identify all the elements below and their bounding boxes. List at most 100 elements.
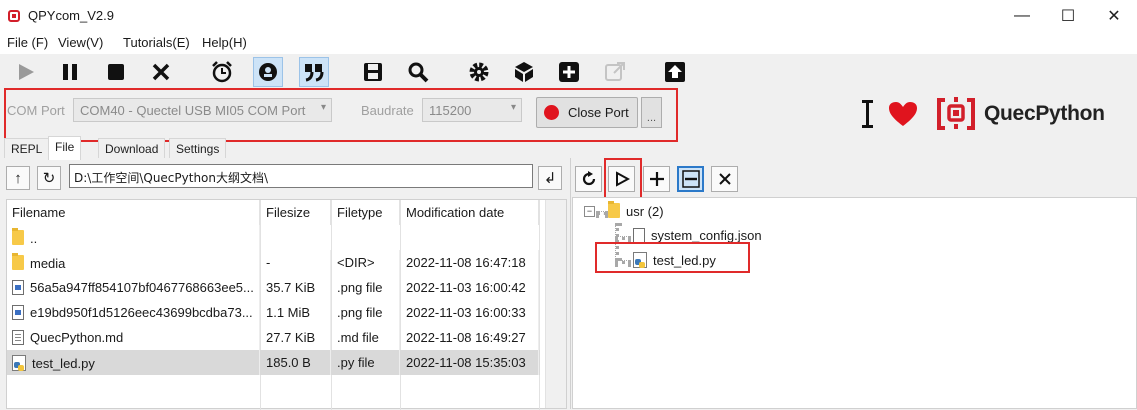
stop-icon bbox=[108, 64, 124, 80]
pause-button[interactable] bbox=[55, 57, 85, 87]
refresh-device-button[interactable] bbox=[575, 166, 602, 192]
menu-file[interactable]: File (F) bbox=[7, 35, 48, 50]
refresh-icon: ↻ bbox=[42, 170, 56, 187]
clear-button[interactable] bbox=[146, 57, 176, 87]
window-title: QPYcom_V2.9 bbox=[28, 8, 114, 23]
text-cursor-icon bbox=[862, 100, 873, 128]
path-input[interactable]: D:\工作空间\QuecPython大纲文档\ bbox=[69, 164, 533, 188]
maximize-icon: ☐ bbox=[1060, 8, 1076, 25]
minimize-button[interactable]: — bbox=[999, 0, 1045, 32]
close-window-button[interactable]: ✕ bbox=[1091, 0, 1137, 32]
open-external-button[interactable] bbox=[600, 57, 630, 87]
local-file-table: Filename Filesize Filetype Modification … bbox=[6, 199, 567, 410]
stop-button[interactable] bbox=[101, 57, 131, 87]
table-row[interactable]: media - <DIR> 2022-11-08 16:47:18 bbox=[7, 250, 540, 275]
external-link-icon bbox=[605, 62, 625, 81]
plus-box-icon bbox=[559, 62, 579, 82]
package-button[interactable] bbox=[509, 57, 539, 87]
table-row-selected[interactable]: test_led.py 185.0 B .py file 2022-11-08 … bbox=[7, 350, 540, 375]
file-type: .png file bbox=[332, 275, 400, 300]
tab-file[interactable]: File bbox=[48, 136, 82, 160]
column-header-date[interactable]: Modification date bbox=[401, 200, 539, 225]
baudrate-label: Baudrate bbox=[361, 103, 414, 118]
quote-button[interactable] bbox=[299, 57, 329, 87]
save-button[interactable] bbox=[358, 57, 388, 87]
column-header-filesize[interactable]: Filesize bbox=[261, 200, 331, 225]
tab-settings[interactable]: Settings bbox=[169, 138, 227, 158]
folder-icon bbox=[12, 228, 24, 245]
collapse-toggle[interactable]: − bbox=[584, 206, 595, 217]
timer-button[interactable] bbox=[207, 57, 237, 87]
file-type: .py file bbox=[332, 350, 400, 375]
table-row[interactable]: .. bbox=[7, 225, 540, 250]
file-size: 27.7 KiB bbox=[261, 325, 331, 350]
image-file-icon bbox=[12, 280, 24, 295]
run-highlight bbox=[604, 158, 642, 200]
device-file-tree: − usr (2) system_config.json test_led.py bbox=[572, 197, 1137, 409]
file-name: QuecPython.md bbox=[30, 330, 124, 345]
table-row[interactable]: 56a5a947ff854107bf0467768663ee5... 35.7 … bbox=[7, 275, 540, 300]
close-x-icon bbox=[718, 173, 731, 185]
record-icon bbox=[259, 63, 277, 81]
title-bar: QPYcom_V2.9 — ☐ ✕ bbox=[0, 0, 1137, 32]
file-size: 1.1 MiB bbox=[261, 300, 331, 325]
close-port-label: Close Port bbox=[568, 105, 629, 120]
maximize-button[interactable]: ☐ bbox=[1045, 0, 1091, 32]
table-row[interactable]: e19bd950f1d5126eec43699bcdba73... 1.1 Mi… bbox=[7, 300, 540, 325]
arrow-up-icon: ↑ bbox=[14, 169, 22, 187]
file-name: .. bbox=[30, 231, 38, 246]
com-port-select[interactable]: COM40 - Quectel USB MI05 COM Port ▾ bbox=[73, 98, 332, 122]
record-button[interactable] bbox=[253, 57, 283, 87]
run-button[interactable] bbox=[11, 57, 41, 87]
app-icon bbox=[8, 10, 20, 22]
tree-node-usr[interactable]: usr (2) bbox=[608, 201, 664, 219]
upload-button[interactable] bbox=[660, 57, 690, 87]
refresh-local-button[interactable]: ↻ bbox=[37, 166, 61, 190]
close-icon: ✕ bbox=[1107, 8, 1121, 25]
more-options-button[interactable]: ... bbox=[641, 97, 662, 128]
search-button[interactable] bbox=[403, 57, 433, 87]
quote-icon bbox=[305, 64, 324, 82]
pane-splitter[interactable] bbox=[567, 158, 571, 409]
remove-file-button[interactable] bbox=[677, 166, 704, 192]
file-date: 2022-11-08 15:35:03 bbox=[401, 350, 539, 375]
file-size: 35.7 KiB bbox=[261, 275, 331, 300]
tree-node-system-config[interactable]: system_config.json bbox=[633, 228, 762, 243]
tab-download[interactable]: Download bbox=[98, 138, 166, 158]
test-led-highlight bbox=[595, 242, 750, 273]
file-type: .md file bbox=[332, 325, 400, 350]
file-icon bbox=[633, 228, 645, 243]
minimize-icon: — bbox=[1014, 7, 1030, 24]
menu-tutorials[interactable]: Tutorials(E) bbox=[123, 35, 190, 50]
parent-directory-button[interactable]: ↑ bbox=[6, 166, 30, 190]
settings-button[interactable] bbox=[464, 57, 494, 87]
search-icon bbox=[408, 62, 429, 83]
baudrate-select[interactable]: 115200 ▾ bbox=[422, 98, 522, 122]
toolbar bbox=[0, 54, 1137, 88]
com-port-value: COM40 - Quectel USB MI05 COM Port bbox=[80, 103, 306, 118]
file-size: 185.0 B bbox=[261, 350, 331, 375]
add-file-button[interactable] bbox=[643, 166, 670, 192]
tree-node-label: usr (2) bbox=[626, 204, 664, 219]
tab-repl[interactable]: REPL bbox=[4, 138, 50, 158]
plus-icon bbox=[649, 172, 664, 186]
delete-file-button[interactable] bbox=[711, 166, 738, 192]
menu-help[interactable]: Help(H) bbox=[202, 35, 247, 50]
column-header-filename[interactable]: Filename bbox=[7, 200, 260, 225]
com-port-label: COM Port bbox=[7, 103, 65, 118]
cube-icon bbox=[515, 62, 533, 82]
tree-node-label: system_config.json bbox=[651, 228, 762, 243]
table-scrollbar[interactable] bbox=[545, 200, 566, 408]
file-date: 2022-11-03 16:00:33 bbox=[401, 300, 539, 325]
column-header-filetype[interactable]: Filetype bbox=[332, 200, 400, 225]
close-x-icon bbox=[152, 63, 170, 81]
quecpython-logo-icon bbox=[937, 97, 975, 130]
go-path-button[interactable]: ↲ bbox=[538, 166, 562, 190]
close-port-button[interactable]: Close Port bbox=[536, 97, 638, 128]
play-icon bbox=[19, 64, 34, 80]
logo-text: QuecPython bbox=[984, 102, 1105, 125]
menu-view[interactable]: View(V) bbox=[58, 35, 103, 50]
new-button[interactable] bbox=[554, 57, 584, 87]
file-name: media bbox=[30, 256, 66, 271]
table-row[interactable]: QuecPython.md 27.7 KiB .md file 2022-11-… bbox=[7, 325, 540, 350]
